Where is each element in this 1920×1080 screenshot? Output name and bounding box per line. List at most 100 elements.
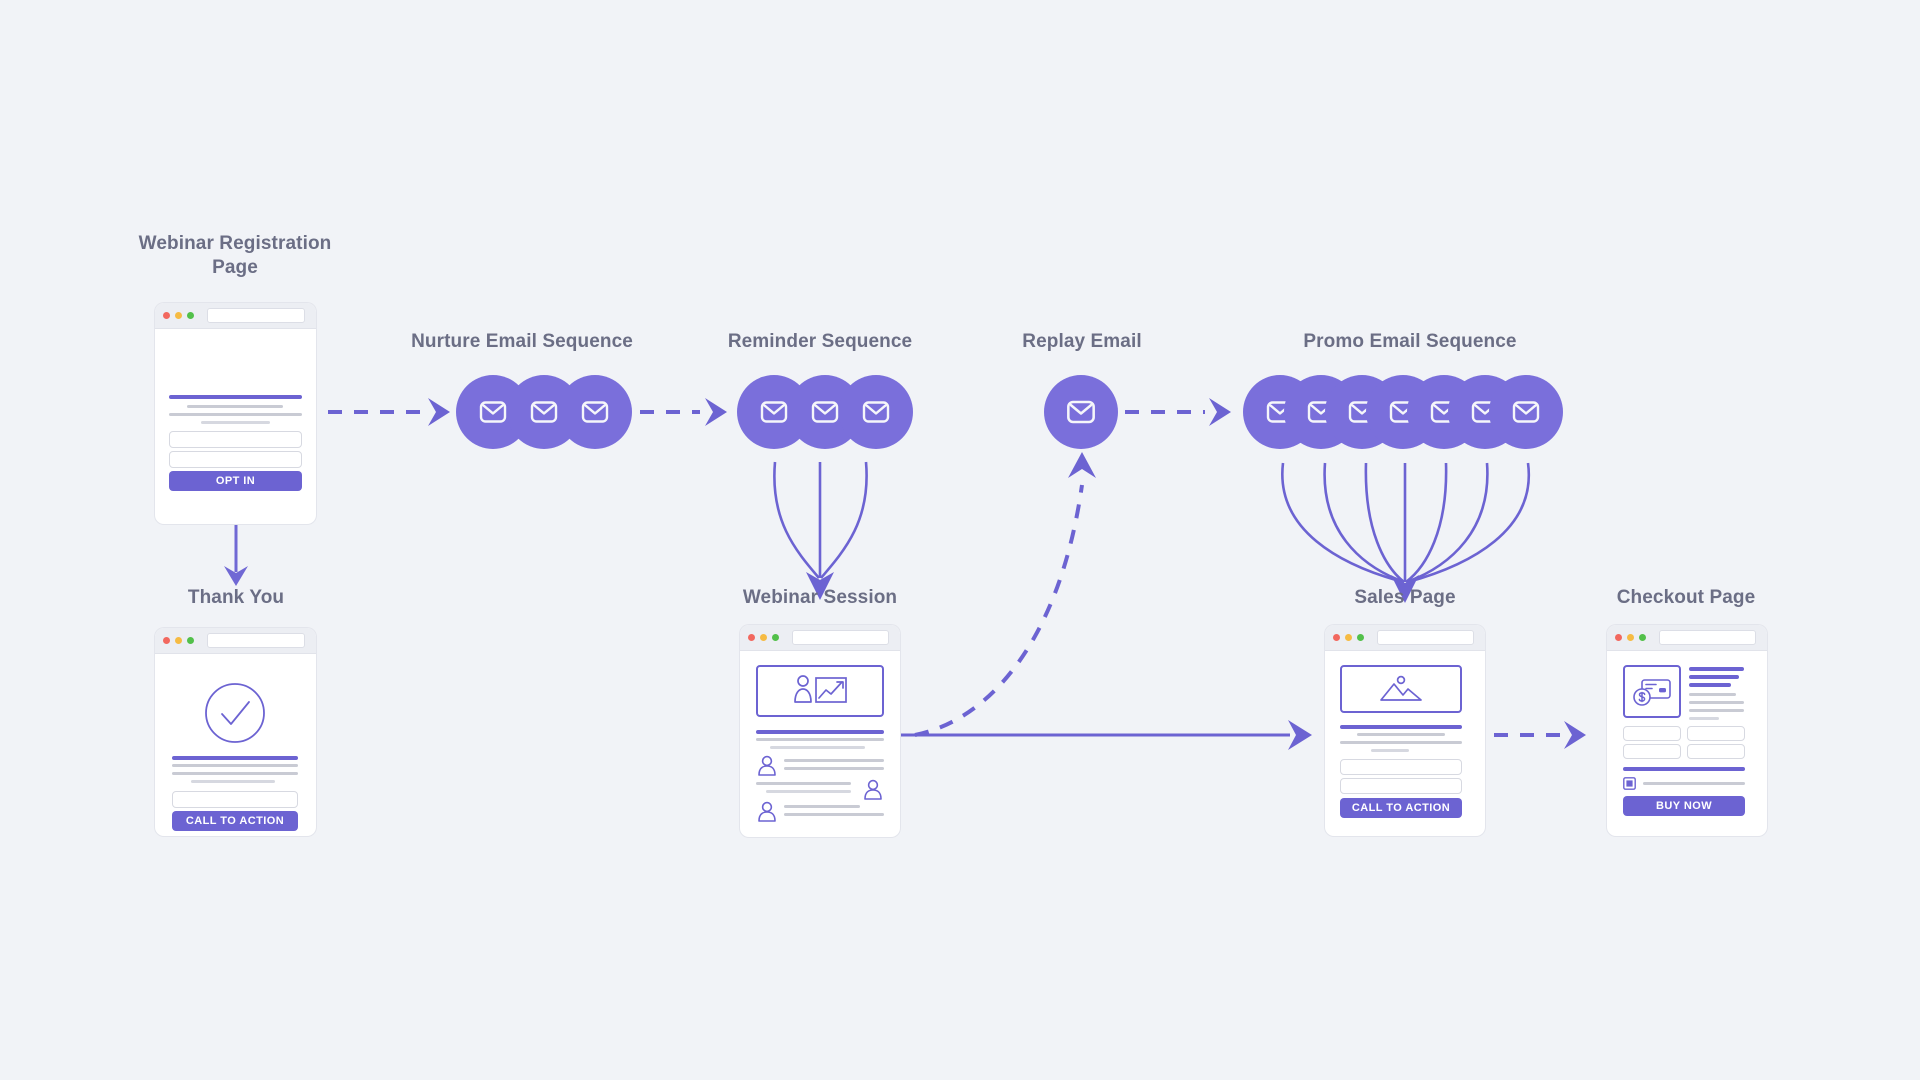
- window-minimize-dot-icon: [760, 634, 767, 641]
- browser-url-bar[interactable]: [207, 633, 305, 648]
- window-maximize-dot-icon: [187, 637, 194, 644]
- connector-layer: [224, 398, 1586, 750]
- connector-replay-to-promo: [1125, 398, 1231, 426]
- comment-bar: [766, 790, 851, 793]
- form-field-2[interactable]: [169, 451, 302, 468]
- label-replay-email: Replay Email: [1022, 331, 1142, 352]
- browser-url-bar[interactable]: [1377, 630, 1474, 645]
- form-field-1[interactable]: [1623, 726, 1681, 741]
- comment-bar: [784, 767, 884, 770]
- browser-chrome-bar: [1607, 625, 1767, 651]
- subtext-bar: [201, 421, 270, 424]
- wireframe-webinar-session-page[interactable]: [740, 625, 900, 837]
- connector-reminder-to-webinar: [773, 461, 868, 600]
- call-to-action-button[interactable]: CALL TO ACTION: [172, 811, 298, 831]
- label-nurture-sequence: Nurture Email Sequence: [411, 331, 633, 352]
- connector-sales-to-checkout: [1494, 721, 1586, 749]
- form-field-1[interactable]: [172, 791, 298, 808]
- envelope-icon: [760, 401, 788, 423]
- email-cluster-promo-sequence[interactable]: [1243, 375, 1573, 451]
- browser-url-bar[interactable]: [792, 630, 889, 645]
- summary-bar: [1689, 693, 1736, 696]
- image-hero-frame: [1340, 665, 1462, 713]
- form-field-1[interactable]: [169, 431, 302, 448]
- divider-bar: [1623, 767, 1745, 771]
- opt-in-button[interactable]: OPT IN: [169, 471, 302, 491]
- window-close-dot-icon: [163, 637, 170, 644]
- browser-url-bar[interactable]: [1659, 630, 1756, 645]
- email-circle[interactable]: [1489, 375, 1563, 449]
- wireframe-sales-page[interactable]: CALL TO ACTION: [1325, 625, 1485, 836]
- envelope-icon: [1067, 400, 1095, 424]
- connector-nurture-to-reminder: [640, 398, 727, 426]
- subtext-bar: [172, 764, 298, 767]
- browser-chrome-bar: [155, 628, 316, 654]
- summary-bar: [1689, 675, 1739, 679]
- window-minimize-dot-icon: [1627, 634, 1634, 641]
- image-placeholder-icon: [1380, 675, 1422, 701]
- window-maximize-dot-icon: [187, 312, 194, 319]
- form-field-1[interactable]: [1340, 759, 1462, 775]
- email-circle[interactable]: [558, 375, 632, 449]
- email-cluster-reminder-sequence[interactable]: [737, 375, 913, 451]
- window-close-dot-icon: [1615, 634, 1622, 641]
- page-body: BUY NOW: [1607, 651, 1767, 836]
- form-field-4[interactable]: [1687, 744, 1745, 759]
- comment-bar: [784, 805, 860, 808]
- connector-webinar-to-sales: [900, 720, 1312, 750]
- subtext-bar: [756, 738, 884, 741]
- headline-bar: [172, 756, 298, 760]
- subtext-bar: [1371, 749, 1409, 752]
- envelope-icon: [1512, 401, 1540, 423]
- subtext-bar: [770, 746, 865, 749]
- email-cluster-replay-email[interactable]: [1044, 375, 1120, 451]
- label-promo-sequence: Promo Email Sequence: [1303, 331, 1517, 352]
- subtext-bar: [169, 413, 302, 416]
- browser-url-bar[interactable]: [207, 308, 305, 323]
- window-minimize-dot-icon: [175, 637, 182, 644]
- label-thank-you: Thank You: [187, 587, 285, 608]
- video-hero-frame: [756, 665, 884, 717]
- label-webinar-registration: Webinar Registration Page: [138, 233, 332, 279]
- page-body: OPT IN: [155, 329, 316, 524]
- connector-promo-to-sales: [1281, 462, 1531, 603]
- wireframe-webinar-registration-page[interactable]: OPT IN: [155, 303, 316, 524]
- email-circle[interactable]: [839, 375, 913, 449]
- terms-bar: [1643, 782, 1745, 785]
- form-field-2[interactable]: [1340, 778, 1462, 794]
- envelope-icon: [479, 401, 507, 423]
- credit-card-dollar-icon: [1633, 678, 1671, 706]
- headline-bar: [1340, 725, 1462, 729]
- call-to-action-button[interactable]: CALL TO ACTION: [1340, 798, 1462, 818]
- presenter-chart-icon: [794, 675, 847, 703]
- person-icon: [864, 779, 882, 800]
- summary-bar: [1689, 709, 1744, 712]
- form-field-3[interactable]: [1623, 744, 1681, 759]
- page-body: CALL TO ACTION: [1325, 651, 1485, 836]
- page-body: CALL TO ACTION: [155, 654, 316, 836]
- form-field-2[interactable]: [1687, 726, 1745, 741]
- connector-registration-to-nurture: [328, 398, 450, 426]
- label-sales-page: Sales Page: [1354, 587, 1456, 608]
- window-minimize-dot-icon: [175, 312, 182, 319]
- person-icon: [758, 755, 776, 776]
- connector-webinar-to-replay: [914, 452, 1096, 737]
- comment-bar: [756, 782, 851, 785]
- window-maximize-dot-icon: [1639, 634, 1646, 641]
- buy-now-button[interactable]: BUY NOW: [1623, 796, 1745, 816]
- summary-bar: [1689, 717, 1719, 720]
- wireframe-checkout-page[interactable]: BUY NOW: [1607, 625, 1767, 836]
- window-maximize-dot-icon: [1357, 634, 1364, 641]
- headline-bar: [169, 395, 302, 399]
- connector-registration-to-thankyou: [224, 524, 248, 586]
- subtext-bar: [1340, 741, 1462, 744]
- email-cluster-nurture-sequence[interactable]: [456, 375, 632, 451]
- label-checkout-page: Checkout Page: [1616, 587, 1756, 608]
- browser-chrome-bar: [1325, 625, 1485, 651]
- checkbox-icon[interactable]: [1623, 777, 1636, 790]
- subtext-bar: [187, 405, 283, 408]
- email-circle[interactable]: [1044, 375, 1118, 449]
- wireframe-thank-you-page[interactable]: CALL TO ACTION: [155, 628, 316, 836]
- payment-hero-frame: [1623, 665, 1681, 718]
- envelope-icon: [530, 401, 558, 423]
